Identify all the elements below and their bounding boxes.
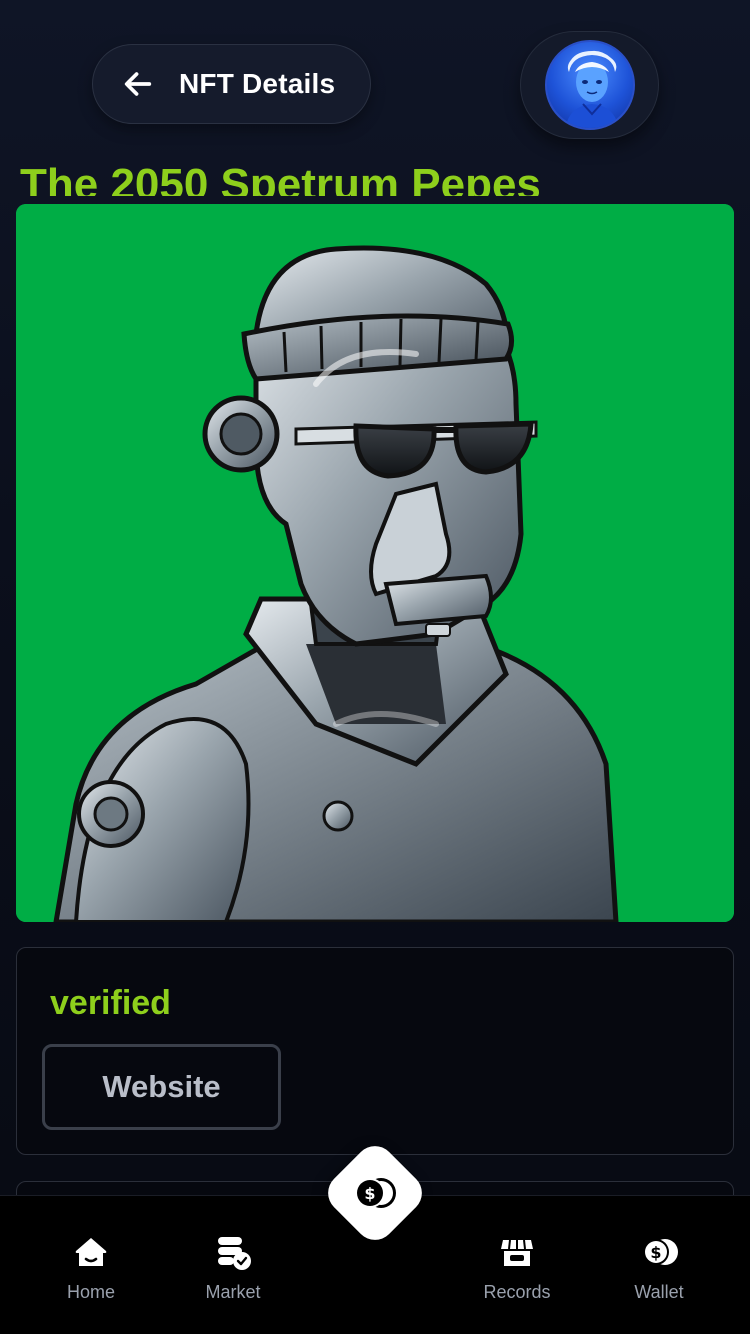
coins-icon: $ [355,1178,396,1208]
nft-title: The 2050 Spetrum Pepes [20,160,541,196]
nav-item-records[interactable]: Records [457,1232,577,1303]
verified-status: verified [50,984,171,1022]
robot-illustration [16,204,734,922]
nft-info-card: verified Website [16,947,734,1155]
profile-button[interactable] [520,31,659,139]
arrow-left-icon [124,72,152,96]
nav-item-home[interactable]: Home [31,1232,151,1303]
center-coins-button[interactable]: $ [319,1137,431,1249]
back-button[interactable]: NFT Details [92,44,371,124]
nav-label-market: Market [205,1282,261,1302]
page-title: NFT Details [179,68,336,99]
svg-text:$: $ [364,1184,375,1203]
market-icon [218,1237,251,1270]
svg-text:$: $ [650,1243,661,1262]
nav-label-wallet: Wallet [634,1282,684,1302]
nav-item-market[interactable]: Market [173,1232,293,1303]
nav-label-records: Records [483,1282,551,1302]
nav-item-wallet[interactable]: $ Wallet [599,1232,719,1303]
home-icon [75,1238,107,1266]
store-icon [501,1239,533,1266]
website-button[interactable]: Website [42,1044,281,1130]
user-avatar [544,40,635,130]
nft-image[interactable] [16,204,734,922]
nav-label-home: Home [66,1282,115,1302]
wallet-coins-icon: $ [643,1239,678,1265]
